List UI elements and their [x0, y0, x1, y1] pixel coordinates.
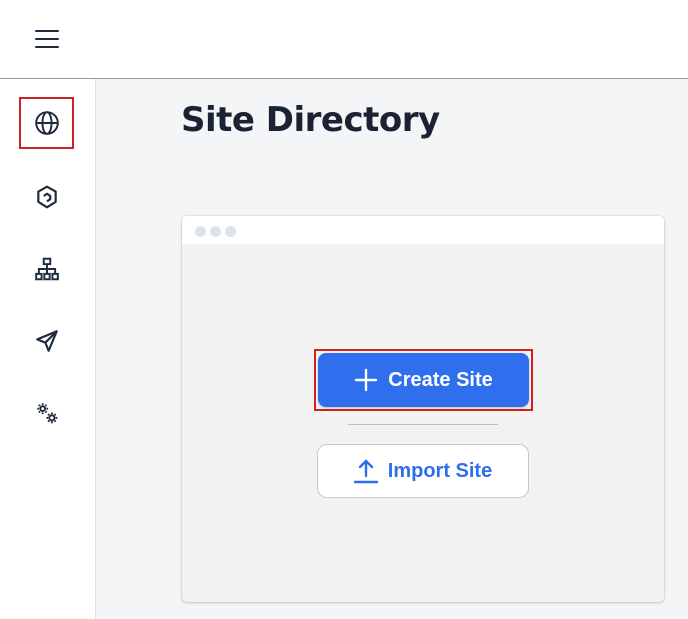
hamburger-menu-icon[interactable]	[29, 24, 65, 54]
sidebar-item-sitemap[interactable]	[19, 243, 74, 295]
gears-icon	[36, 403, 57, 424]
plus-icon	[355, 368, 378, 392]
create-site-button[interactable]: Create Site	[318, 353, 529, 407]
window-dot-icon	[225, 226, 236, 237]
paper-plane-icon	[35, 330, 58, 352]
top-bar	[0, 0, 688, 79]
hamburger-line	[35, 46, 59, 48]
divider	[348, 424, 498, 425]
import-site-label: Import Site	[387, 459, 493, 482]
create-site-label: Create Site	[388, 368, 493, 391]
sidebar-item-sites[interactable]	[19, 97, 74, 149]
site-directory-card: Create Site Import Site	[182, 216, 664, 602]
hamburger-line	[35, 30, 59, 32]
hexagon-link-icon	[36, 185, 57, 209]
window-dot-icon	[210, 226, 221, 237]
import-site-button[interactable]: Import Site	[317, 444, 529, 498]
globe-icon	[34, 111, 59, 135]
window-chrome-bar	[182, 216, 664, 244]
sidebar-item-settings[interactable]	[19, 387, 74, 439]
upload-icon	[353, 459, 378, 484]
hamburger-line	[35, 38, 59, 40]
sitemap-icon	[34, 257, 59, 281]
window-dot-icon	[195, 226, 206, 237]
page-title: Site Directory	[181, 100, 440, 140]
sidebar	[0, 79, 96, 619]
sidebar-item-integrations[interactable]	[19, 171, 74, 223]
sidebar-item-publish[interactable]	[19, 315, 74, 367]
